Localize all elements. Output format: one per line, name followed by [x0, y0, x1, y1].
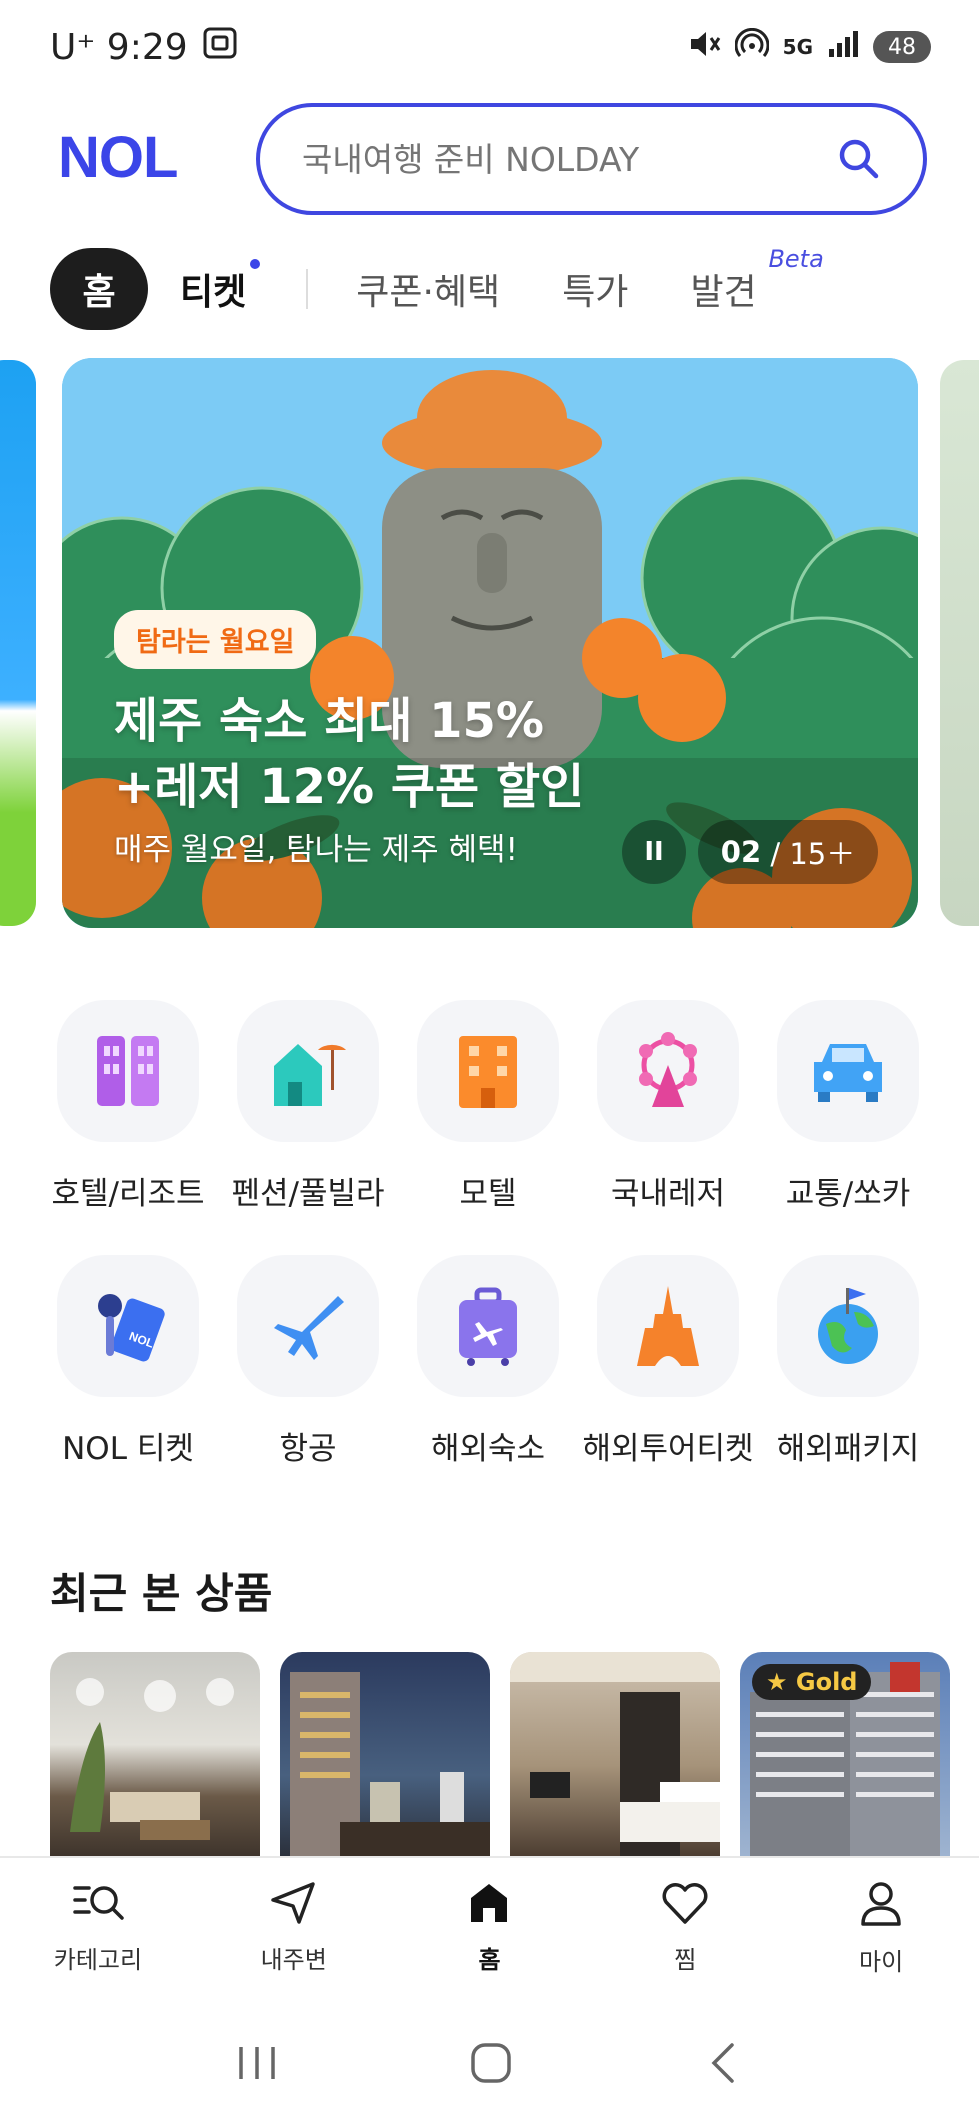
- tab-discover-label: 발견: [690, 272, 757, 313]
- tab-home[interactable]: 홈: [50, 248, 148, 330]
- category-overseas-tour[interactable]: 해외투어티켓: [578, 1255, 758, 1468]
- banner-pause-button[interactable]: II: [622, 820, 686, 884]
- nav-label: 내주변: [260, 1946, 327, 1974]
- top-tabs: 홈 티켓 쿠폰·혜택 특가 발견 Beta: [50, 245, 824, 332]
- category-label: 모텔: [459, 1176, 517, 1212]
- airplane-icon: [237, 1255, 379, 1397]
- system-nav-bar: [0, 2006, 979, 2123]
- new-dot: [250, 259, 261, 269]
- hotspot-icon: [734, 27, 770, 66]
- category-flight[interactable]: 항공: [218, 1255, 398, 1468]
- network-type: 5G: [782, 35, 813, 59]
- category-label: NOL 티켓: [62, 1431, 194, 1467]
- recent-products-row: ★ Gold: [50, 1652, 950, 1858]
- nav-label: 찜: [674, 1946, 697, 1974]
- category-transport[interactable]: 교통/쏘카: [758, 1000, 938, 1213]
- category-label: 호텔/리조트: [51, 1176, 205, 1212]
- globe-icon: [777, 1255, 919, 1397]
- recent-product-card[interactable]: ★ Gold: [740, 1652, 950, 1858]
- beta-tag: Beta: [768, 245, 824, 273]
- nav-my[interactable]: 마이: [783, 1858, 979, 2006]
- status-bar: U⁺ 9:29 5G 48: [0, 0, 979, 100]
- person-icon: [857, 1880, 905, 1932]
- tab-discover[interactable]: 발견 Beta: [690, 245, 823, 315]
- category-hotel[interactable]: 호텔/리조트: [38, 1000, 218, 1213]
- banner-title: 제주 숙소 최대 15% +레저 12% 쿠폰 할인: [114, 693, 585, 815]
- category-label: 해외숙소: [430, 1431, 546, 1467]
- recent-apps-icon[interactable]: [235, 2043, 279, 2087]
- banner-next-peek[interactable]: [940, 360, 979, 926]
- category-label: 펜션/풀빌라: [231, 1176, 385, 1212]
- category-label: 해외투어티켓: [582, 1431, 754, 1467]
- category-leisure[interactable]: 국내레저: [578, 1000, 758, 1213]
- mute-icon: [687, 28, 721, 66]
- screen-record-icon: [202, 26, 238, 69]
- banner-counter-current: 02: [720, 835, 762, 869]
- nav-label: 홈: [478, 1946, 501, 1974]
- motel-icon: [417, 1000, 559, 1142]
- category-grid: 호텔/리조트 펜션/풀빌라 모텔 국내레저 교통/쏘카 NOL NOL 티켓 항…: [38, 1000, 948, 1468]
- hotel-icon: [57, 1000, 199, 1142]
- pension-icon: [237, 1000, 379, 1142]
- category-pension[interactable]: 펜션/풀빌라: [218, 1000, 398, 1213]
- heart-icon: [660, 1880, 710, 1930]
- recent-product-card[interactable]: [280, 1652, 490, 1858]
- category-label: 항공: [279, 1431, 337, 1467]
- search-icon[interactable]: [835, 135, 883, 187]
- banner-prev-peek[interactable]: [0, 360, 36, 926]
- banner-badge: 탐라는 월요일: [114, 610, 317, 669]
- category-label: 국내레저: [610, 1176, 726, 1212]
- nav-label: 카테고리: [53, 1946, 143, 1974]
- bottom-nav: 카테고리 내주변 홈 찜 마이: [0, 1856, 979, 2006]
- category-label: 교통/쏘카: [785, 1176, 911, 1212]
- category-overseas-stay[interactable]: 해외숙소: [398, 1255, 578, 1468]
- category-label: 해외패키지: [776, 1431, 920, 1467]
- ferris-wheel-icon: [597, 1000, 739, 1142]
- nav-label: 마이: [859, 1948, 904, 1976]
- nav-category[interactable]: 카테고리: [0, 1858, 196, 2006]
- recent-section-title: 최근 본 상품: [50, 1569, 273, 1618]
- home-button-icon[interactable]: [469, 2041, 513, 2089]
- ticket-mic-icon: NOL: [57, 1255, 199, 1397]
- status-left: U⁺ 9:29: [50, 26, 238, 69]
- tab-divider: [306, 269, 309, 309]
- category-search-icon: [71, 1880, 125, 1930]
- category-motel[interactable]: 모텔: [398, 1000, 578, 1213]
- home-icon: [465, 1880, 513, 1930]
- eiffel-tower-icon: [597, 1255, 739, 1397]
- recent-product-image: [290, 1672, 490, 1858]
- back-icon[interactable]: [704, 2041, 744, 2089]
- recent-product-image: [510, 1652, 720, 1858]
- banner-subtitle: 매주 월요일, 탐나는 제주 혜택!: [114, 832, 518, 868]
- gold-badge: ★ Gold: [752, 1664, 872, 1700]
- suitcase-icon: [417, 1255, 559, 1397]
- recent-product-image: [70, 1678, 234, 1840]
- car-icon: [777, 1000, 919, 1142]
- tab-ticket-label: 티켓: [180, 272, 247, 313]
- search-input[interactable]: [302, 139, 822, 179]
- signal-icon: [827, 29, 859, 65]
- nav-nearby[interactable]: 내주변: [196, 1858, 392, 2006]
- nav-home[interactable]: 홈: [392, 1858, 588, 2006]
- status-right: 5G 48: [687, 27, 931, 66]
- gold-badge-label: Gold: [795, 1668, 858, 1696]
- nav-wishlist[interactable]: 찜: [587, 1858, 783, 2006]
- location-arrow-icon: [269, 1880, 319, 1930]
- banner-counter-total: / 15＋: [770, 837, 856, 871]
- nol-logo[interactable]: NOL: [58, 124, 178, 191]
- recent-product-card[interactable]: [50, 1652, 260, 1858]
- category-nol-ticket[interactable]: NOL NOL 티켓: [38, 1255, 218, 1468]
- tab-ticket[interactable]: 티켓: [180, 259, 261, 315]
- search-bar[interactable]: [256, 103, 927, 215]
- recent-product-card[interactable]: [510, 1652, 720, 1858]
- promo-banner[interactable]: 탐라는 월요일 제주 숙소 최대 15% +레저 12% 쿠폰 할인 매주 월요…: [62, 358, 918, 928]
- carrier-time: U⁺ 9:29: [50, 27, 188, 68]
- category-overseas-package[interactable]: 해외패키지: [758, 1255, 938, 1468]
- banner-counter[interactable]: 02 / 15＋: [698, 820, 878, 884]
- battery-indicator: 48: [873, 31, 931, 63]
- tab-coupon[interactable]: 쿠폰·혜택: [356, 263, 500, 315]
- tab-deals[interactable]: 특가: [562, 263, 628, 315]
